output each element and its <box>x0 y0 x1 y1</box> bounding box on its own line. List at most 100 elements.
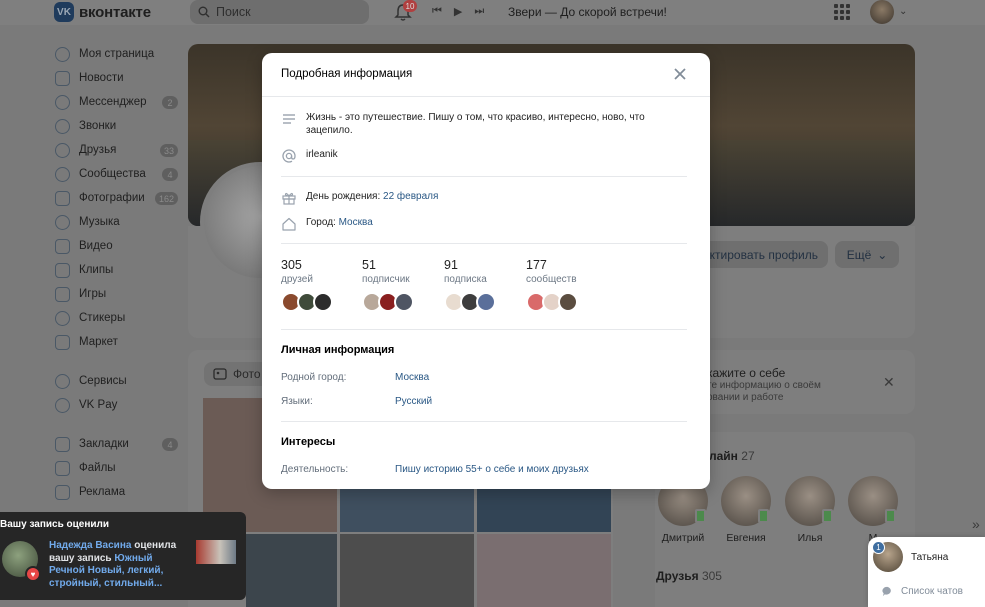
sidebar-item-services[interactable]: Сервисы <box>55 369 180 393</box>
nickname-row: irleanik <box>281 148 338 164</box>
vk-logo[interactable]: VK вконтакте <box>54 2 151 22</box>
stat-subscriptions[interactable]: 91 подписка <box>444 258 496 312</box>
photos-tab[interactable]: Фото <box>204 362 270 386</box>
more-label: Ещё <box>846 247 872 262</box>
search-icon <box>198 6 210 18</box>
divider <box>281 421 687 422</box>
photo-icon <box>55 190 70 206</box>
more-button[interactable]: Ещё ⌄ <box>835 241 899 268</box>
sidebar-item-clips[interactable]: Клипы <box>55 258 180 282</box>
notification-title: Вашу запись оценили <box>0 519 110 530</box>
vkpay-icon <box>55 397 70 413</box>
prev-track-icon[interactable]: ⏮ <box>432 5 442 18</box>
sidebar-item-my-page[interactable]: Моя страница <box>55 42 180 66</box>
divider <box>281 176 687 177</box>
sidebar-item-games[interactable]: Игры <box>55 282 180 306</box>
about-subtitle: те информацию о своём овании и работе <box>707 380 821 403</box>
stat-friends[interactable]: 305 друзей <box>281 258 333 312</box>
sidebar-item-files[interactable]: Файлы <box>55 456 180 480</box>
chat-name[interactable]: Татьяна <box>911 552 948 563</box>
apps-grid-icon[interactable] <box>834 4 850 20</box>
gift-icon <box>282 192 296 205</box>
sidebar-item-bookmarks[interactable]: Закладки 4 <box>55 432 180 456</box>
interests-title: Интересы <box>281 436 336 448</box>
close-icon[interactable]: ✕ <box>883 374 895 391</box>
photo-thumbnail[interactable] <box>477 488 611 532</box>
sidebar-item-video[interactable]: Видео <box>55 234 180 258</box>
languages-row: Языки: Русский <box>281 396 433 407</box>
city-link[interactable]: Москва <box>339 217 373 228</box>
personal-info-title: Личная информация <box>281 344 395 356</box>
current-track[interactable]: Звери — До скорой встречи! <box>508 5 667 19</box>
services-icon <box>55 373 70 389</box>
divider <box>281 329 687 330</box>
photos-count: 162 <box>154 192 178 205</box>
photo-thumbnail[interactable] <box>246 534 337 607</box>
sidebar-item-photos[interactable]: Фотографии 162 <box>55 186 180 210</box>
next-track-icon[interactable]: ⏭ <box>474 5 484 18</box>
sidebar-item-ads[interactable]: Реклама <box>55 480 180 504</box>
chat-list-button[interactable]: Список чатов <box>882 586 963 597</box>
post-thumbnail <box>196 540 236 564</box>
top-bar: VK вконтакте Поиск 10 ⏮ ▶ ⏭ Звери — До с… <box>0 0 985 25</box>
video-icon <box>55 238 70 254</box>
city-row: Город: Москва <box>281 216 373 232</box>
sidebar-item-calls[interactable]: Звонки <box>55 114 180 138</box>
unread-badge: 1 <box>872 541 885 554</box>
notification-text: Надежда Васина оценила вашу запись Южный… <box>49 540 177 589</box>
online-friend[interactable]: М <box>847 476 899 544</box>
status-text: Жизнь - это путешествие. Пишу о том, что… <box>306 112 645 136</box>
sidebar-item-communities[interactable]: Сообщества 4 <box>55 162 180 186</box>
messenger-count: 2 <box>162 96 178 109</box>
close-icon[interactable] <box>672 66 688 82</box>
photo-thumbnail[interactable] <box>477 534 611 607</box>
sidebar-item-friends[interactable]: Друзья 33 <box>55 138 180 162</box>
activity-link[interactable]: Пишу историю 55+ о себе и моих друзьях <box>395 464 589 475</box>
sidebar-item-music[interactable]: Музыка <box>55 210 180 234</box>
friends-title[interactable]: Друзья 305 <box>655 569 722 583</box>
followers-avatars <box>362 292 414 312</box>
user-avatar[interactable] <box>870 0 894 24</box>
online-friend[interactable]: Евгения <box>720 476 772 544</box>
activity-row: Деятельность: Пишу историю 55+ о себе и м… <box>281 464 589 475</box>
online-title: лайн 27 <box>709 449 755 463</box>
photo-thumbnail[interactable] <box>340 534 474 607</box>
expand-icon[interactable]: » <box>972 516 980 532</box>
chat-widget[interactable]: 1 Татьяна Список чатов <box>868 537 985 607</box>
file-icon <box>55 460 70 476</box>
friends-avatars <box>281 292 333 312</box>
city-text: Город: Москва <box>306 217 373 228</box>
phone-icon <box>55 118 70 134</box>
nickname-link[interactable]: irleanik <box>306 148 338 161</box>
sidebar-item-market[interactable]: Маркет <box>55 330 180 354</box>
play-icon[interactable]: ▶ <box>454 5 462 18</box>
hometown-row: Родной город: Москва <box>281 372 430 383</box>
like-notification[interactable]: Вашу запись оценили ♥ Надежда Васина оце… <box>0 512 246 600</box>
user-icon <box>55 46 70 62</box>
birthday-link[interactable]: 22 февраля <box>383 191 438 202</box>
communities-count: 4 <box>162 168 178 181</box>
megaphone-icon <box>55 484 70 500</box>
birthday-row: День рождения: 22 февраля <box>281 190 438 206</box>
details-modal: Подробная информация Жизнь - это путешес… <box>262 53 710 489</box>
communities-icon <box>55 166 70 182</box>
search-placeholder: Поиск <box>216 5 251 19</box>
gamepad-icon <box>55 286 70 302</box>
stat-followers[interactable]: 51 подписчик <box>362 258 414 312</box>
sidebar-item-news[interactable]: Новости <box>55 66 180 90</box>
chevron-down-icon[interactable]: ⌄ <box>899 6 907 17</box>
languages-link[interactable]: Русский <box>395 396 432 407</box>
sidebar-item-messenger[interactable]: Мессенджер 2 <box>55 90 180 114</box>
sidebar-item-stickers[interactable]: Стикеры <box>55 306 180 330</box>
stat-communities[interactable]: 177 сообществ <box>526 258 578 312</box>
hometown-link[interactable]: Москва <box>395 372 429 383</box>
audio-player: ⏮ ▶ ⏭ <box>432 5 484 18</box>
photo-icon <box>213 368 227 380</box>
sidebar-item-vkpay[interactable]: VK Pay <box>55 393 180 417</box>
online-friend[interactable]: Илья <box>784 476 836 544</box>
at-sign-icon <box>282 149 296 163</box>
search-input[interactable]: Поиск <box>190 0 369 24</box>
market-icon <box>55 334 70 350</box>
photo-thumbnail[interactable] <box>340 488 474 532</box>
edit-profile-button[interactable]: ктировать профиль <box>700 241 828 268</box>
